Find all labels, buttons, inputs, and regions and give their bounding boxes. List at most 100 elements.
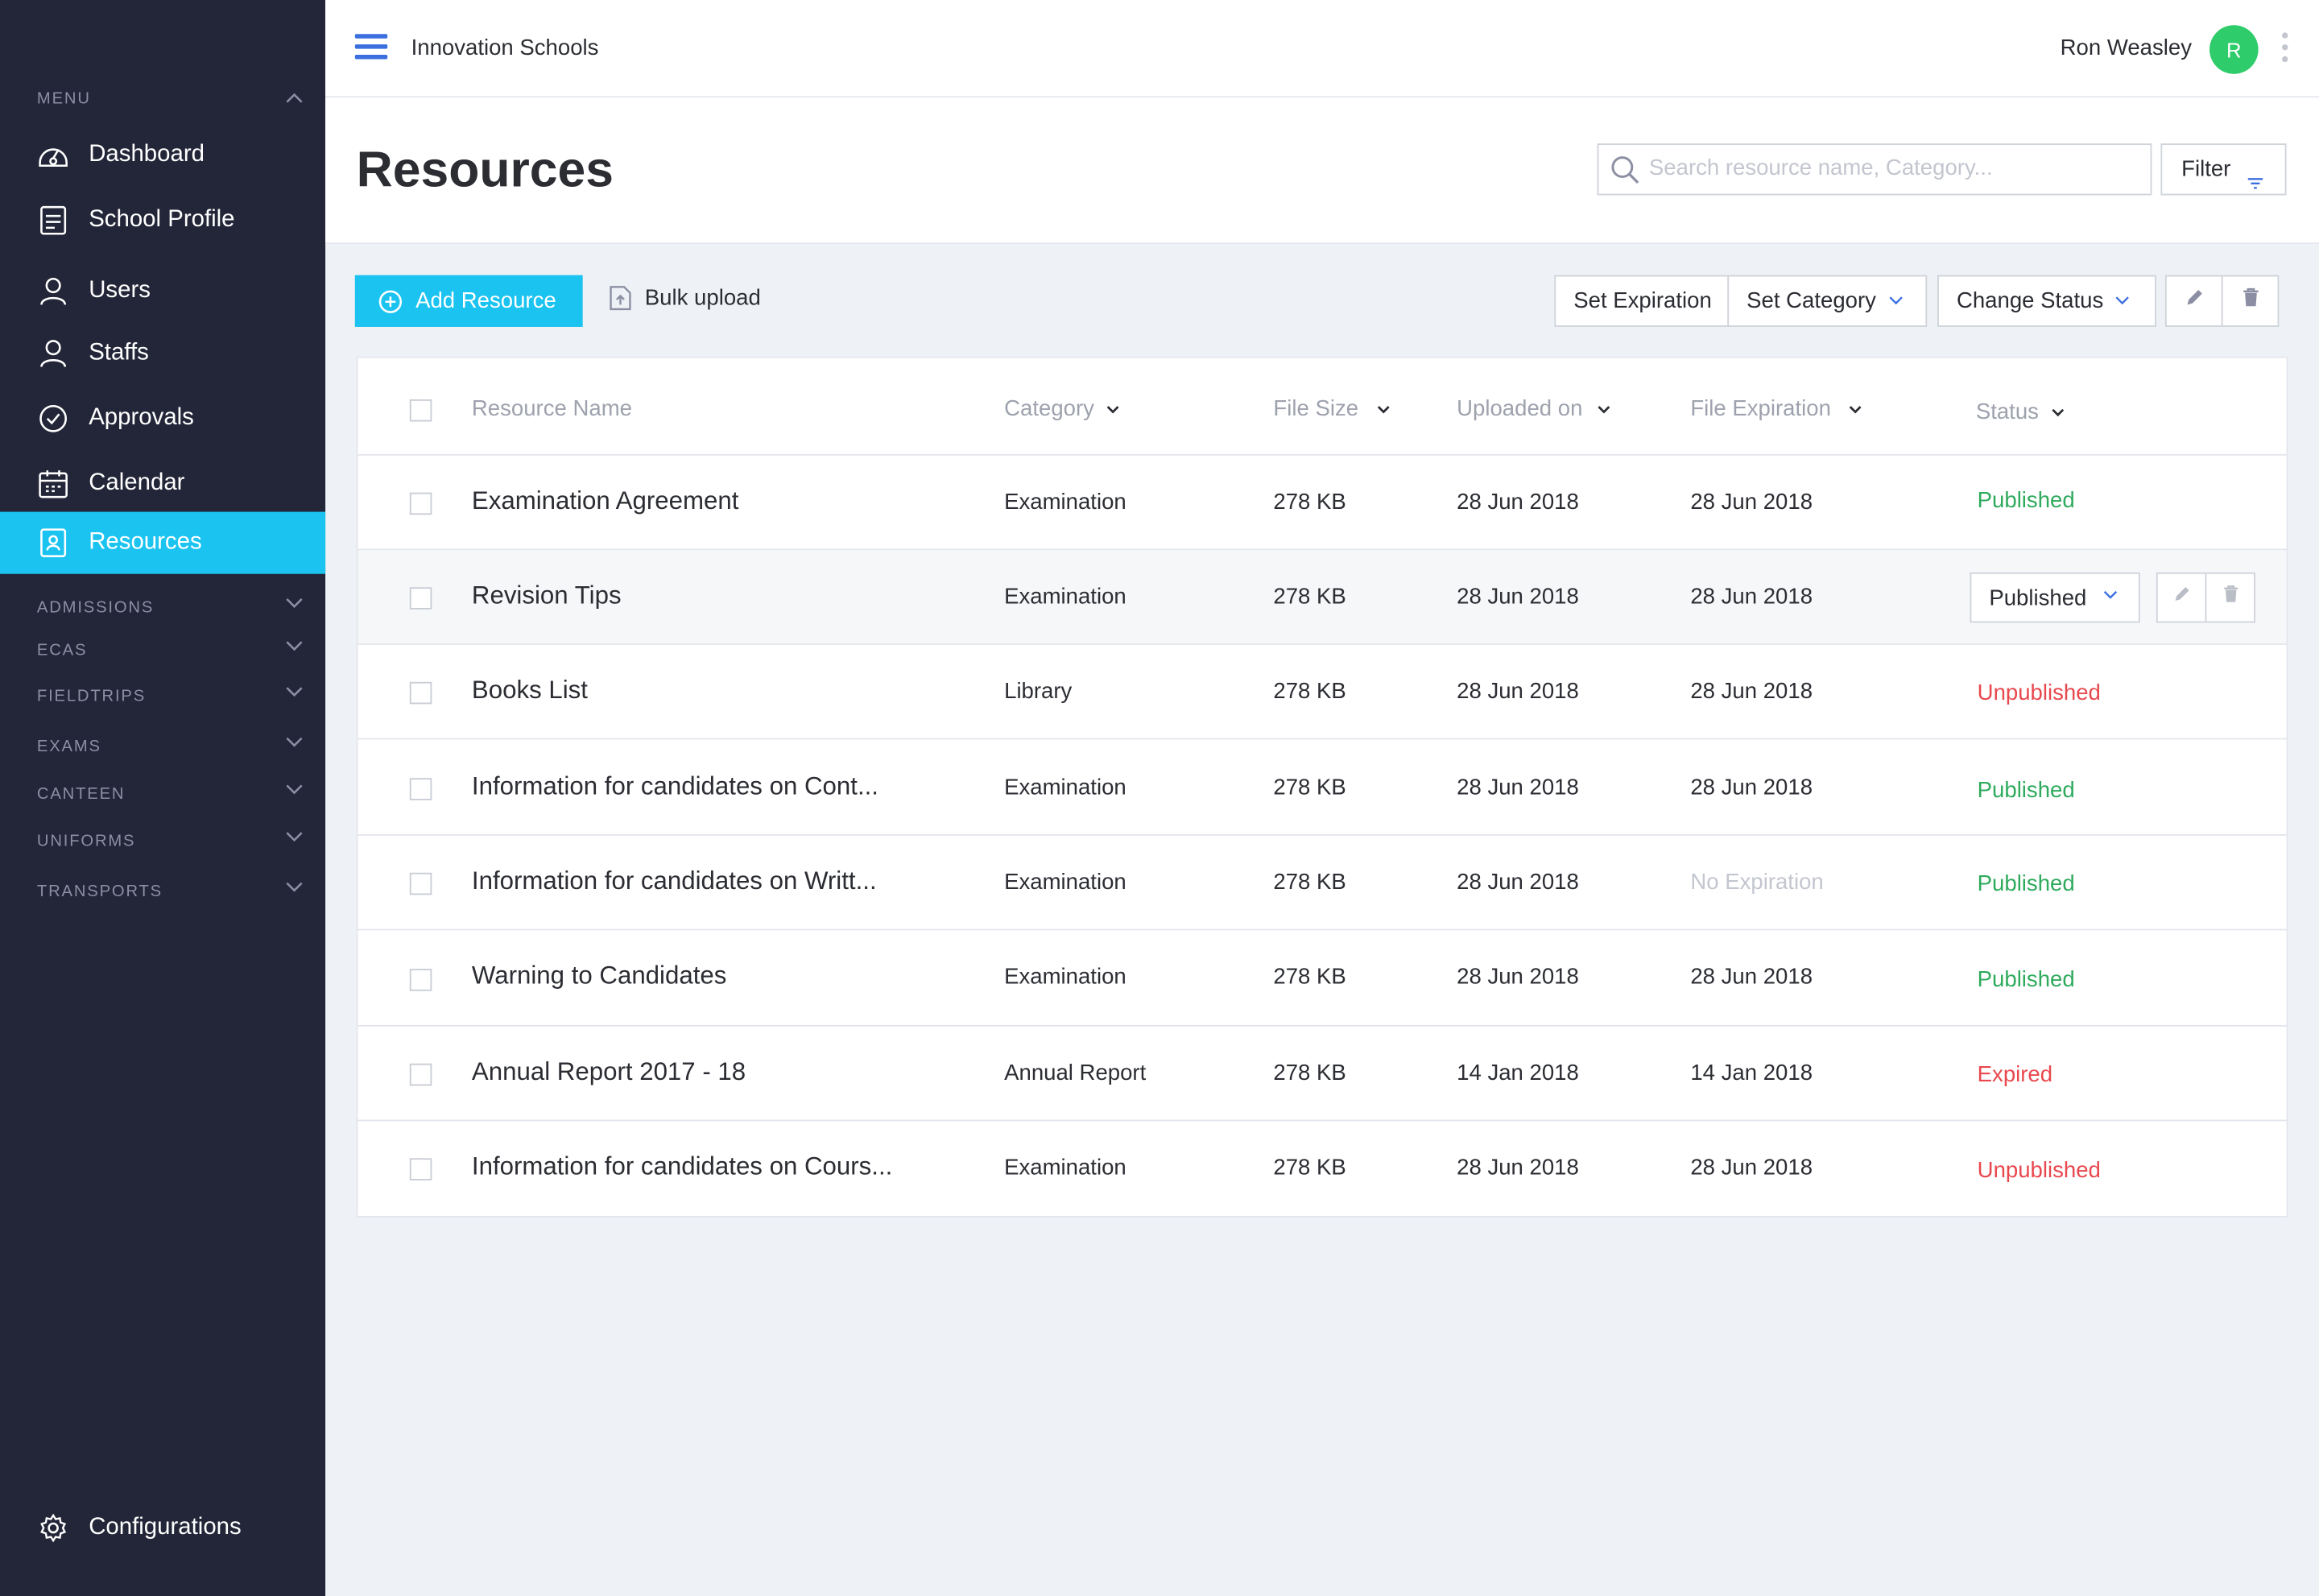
staff-icon [37, 337, 69, 370]
bulk-upload-button[interactable]: Bulk upload [610, 286, 761, 311]
sidebar-section-transports[interactable]: TRANSPORTS [37, 882, 304, 901]
column-header-resource-name[interactable]: Resource Name [472, 396, 632, 421]
status-dropdown-value: Published [1989, 585, 2087, 610]
resource-name[interactable]: Warning to Candidates [472, 961, 726, 991]
resource-file-expiration: 28 Jun 2018 [1690, 679, 1813, 705]
sidebar-item-users[interactable]: Users [0, 260, 325, 322]
resource-name[interactable]: Annual Report 2017 - 18 [472, 1057, 746, 1087]
calendar-icon [37, 467, 69, 499]
table-row[interactable]: Information for candidates on Writt... E… [358, 836, 2287, 931]
row-checkbox[interactable] [409, 492, 432, 515]
column-header-status[interactable]: Status [1976, 399, 2064, 424]
add-resource-button[interactable]: Add Resource [354, 275, 583, 327]
resource-file-expiration: 14 Jan 2018 [1690, 1061, 1813, 1086]
sidebar-section-ecas[interactable]: ECAS [37, 639, 304, 659]
row-checkbox[interactable] [409, 872, 432, 895]
user-name[interactable]: Ron Weasley [2061, 35, 2192, 60]
resource-name[interactable]: Information for candidates on Cont... [472, 772, 878, 802]
sidebar-item-configurations[interactable]: Configurations [0, 1497, 325, 1559]
table-row[interactable]: Warning to Candidates Examination 278 KB… [358, 932, 2287, 1027]
resource-file-size: 278 KB [1273, 870, 1346, 895]
organization-name: Innovation Schools [411, 35, 599, 61]
sidebar-section-admissions[interactable]: ADMISSIONS [36, 598, 304, 617]
sidebar-item-label: Configurations [89, 1514, 242, 1540]
sidebar-item-approvals[interactable]: Approvals [0, 387, 325, 449]
set-expiration-button[interactable]: Set Expiration [1554, 275, 1730, 327]
resource-name[interactable]: Information for candidates on Cours... [472, 1152, 892, 1182]
user-icon [37, 275, 69, 308]
sidebar-item-label: Approvals [89, 405, 194, 431]
upload-icon [610, 286, 632, 311]
section-label: UNIFORMS [36, 833, 136, 851]
edit-button[interactable] [2164, 275, 2223, 327]
search-input[interactable] [1648, 155, 2138, 181]
search-box[interactable] [1597, 143, 2152, 196]
resource-name[interactable]: Examination Agreement [472, 486, 739, 516]
resource-category: Examination [1004, 775, 1126, 800]
resource-file-size: 278 KB [1273, 1155, 1346, 1180]
row-checkbox[interactable] [409, 778, 432, 800]
resource-file-expiration: 28 Jun 2018 [1690, 490, 1813, 515]
status-dropdown[interactable]: Published [1970, 572, 2140, 623]
table-row[interactable]: Information for candidates on Cours... E… [358, 1121, 2286, 1216]
filter-button[interactable]: Filter [2160, 143, 2287, 196]
column-label: Resource Name [471, 396, 632, 422]
column-label: Category [1004, 396, 1094, 422]
column-header-file-size[interactable]: File Size [1273, 396, 1389, 422]
section-label: ADMISSIONS [36, 598, 155, 617]
change-status-button[interactable]: Change Status [1937, 275, 2156, 327]
sidebar-section-fieldtrips[interactable]: FIELDTRIPS [37, 687, 304, 705]
column-header-uploaded-on[interactable]: Uploaded on [1457, 396, 1610, 422]
row-checkbox[interactable] [409, 1158, 432, 1180]
row-edit-button[interactable] [2156, 572, 2207, 623]
pencil-icon [2184, 287, 2205, 315]
sidebar-section-canteen[interactable]: CANTEEN [36, 784, 304, 804]
section-label: CANTEEN [36, 785, 126, 804]
resource-category: Examination [1004, 490, 1126, 515]
table-header: Resource Name Category File Size Uploade… [358, 358, 2287, 456]
row-delete-button[interactable] [2205, 572, 2255, 623]
select-all-checkbox[interactable] [409, 399, 432, 422]
resources-icon [37, 527, 69, 559]
column-header-category[interactable]: Category [1004, 396, 1119, 422]
row-checkbox[interactable] [409, 681, 432, 705]
top-bar: Innovation Schools Ron Weasley R [325, 0, 2319, 98]
sidebar-item-staffs[interactable]: Staffs [0, 322, 325, 384]
chevron-down-icon [285, 639, 303, 657]
resources-table: Resource Name Category File Size Uploade… [356, 356, 2288, 1218]
avatar[interactable]: R [2209, 25, 2259, 74]
sidebar-item-school-profile[interactable]: School Profile [0, 189, 325, 251]
delete-button[interactable] [2221, 275, 2280, 327]
column-header-file-expiration[interactable]: File Expiration [1690, 396, 1862, 422]
sidebar: MENU Dashboard School Profile Users Staf… [0, 0, 326, 1596]
row-checkbox[interactable] [409, 1063, 432, 1086]
set-category-button[interactable]: Set Category [1727, 275, 1928, 327]
column-label: File Size [1273, 396, 1359, 422]
table-row[interactable]: Annual Report 2017 - 18 Annual Report 27… [358, 1027, 2287, 1122]
more-options-icon[interactable] [2280, 32, 2289, 68]
sidebar-item-resources[interactable]: Resources [0, 511, 326, 574]
hamburger-menu-icon[interactable] [354, 34, 388, 64]
chevron-down-icon [1888, 296, 1903, 306]
column-label: File Expiration [1690, 396, 1831, 422]
resource-name[interactable]: Revision Tips [472, 581, 622, 611]
resource-category: Examination [1004, 584, 1126, 610]
row-checkbox[interactable] [409, 587, 432, 610]
table-row[interactable]: Books List Library 278 KB 28 Jun 2018 28… [358, 645, 2287, 740]
sidebar-item-calendar[interactable]: Calendar [0, 453, 325, 515]
resource-uploaded-on: 28 Jun 2018 [1457, 1155, 1579, 1180]
resource-file-expiration: 28 Jun 2018 [1690, 964, 1813, 990]
sidebar-section-uniforms[interactable]: UNIFORMS [36, 832, 304, 851]
menu-section-header[interactable]: MENU [37, 90, 304, 108]
resource-name[interactable]: Information for candidates on Writt... [472, 866, 877, 896]
pencil-icon [2172, 585, 2191, 611]
sidebar-section-exams[interactable]: EXAMS [37, 737, 304, 756]
table-row[interactable]: Examination Agreement Examination 278 KB… [358, 456, 2287, 551]
table-row[interactable]: Revision Tips Examination 278 KB 28 Jun … [358, 550, 2287, 645]
resource-name[interactable]: Books List [472, 676, 588, 705]
plus-circle-icon [378, 289, 403, 312]
table-row[interactable]: Information for candidates on Cont... Ex… [358, 741, 2287, 836]
status-badge: Unpublished [1977, 1158, 2101, 1184]
sidebar-item-dashboard[interactable]: Dashboard [0, 124, 325, 186]
row-checkbox[interactable] [409, 969, 432, 991]
